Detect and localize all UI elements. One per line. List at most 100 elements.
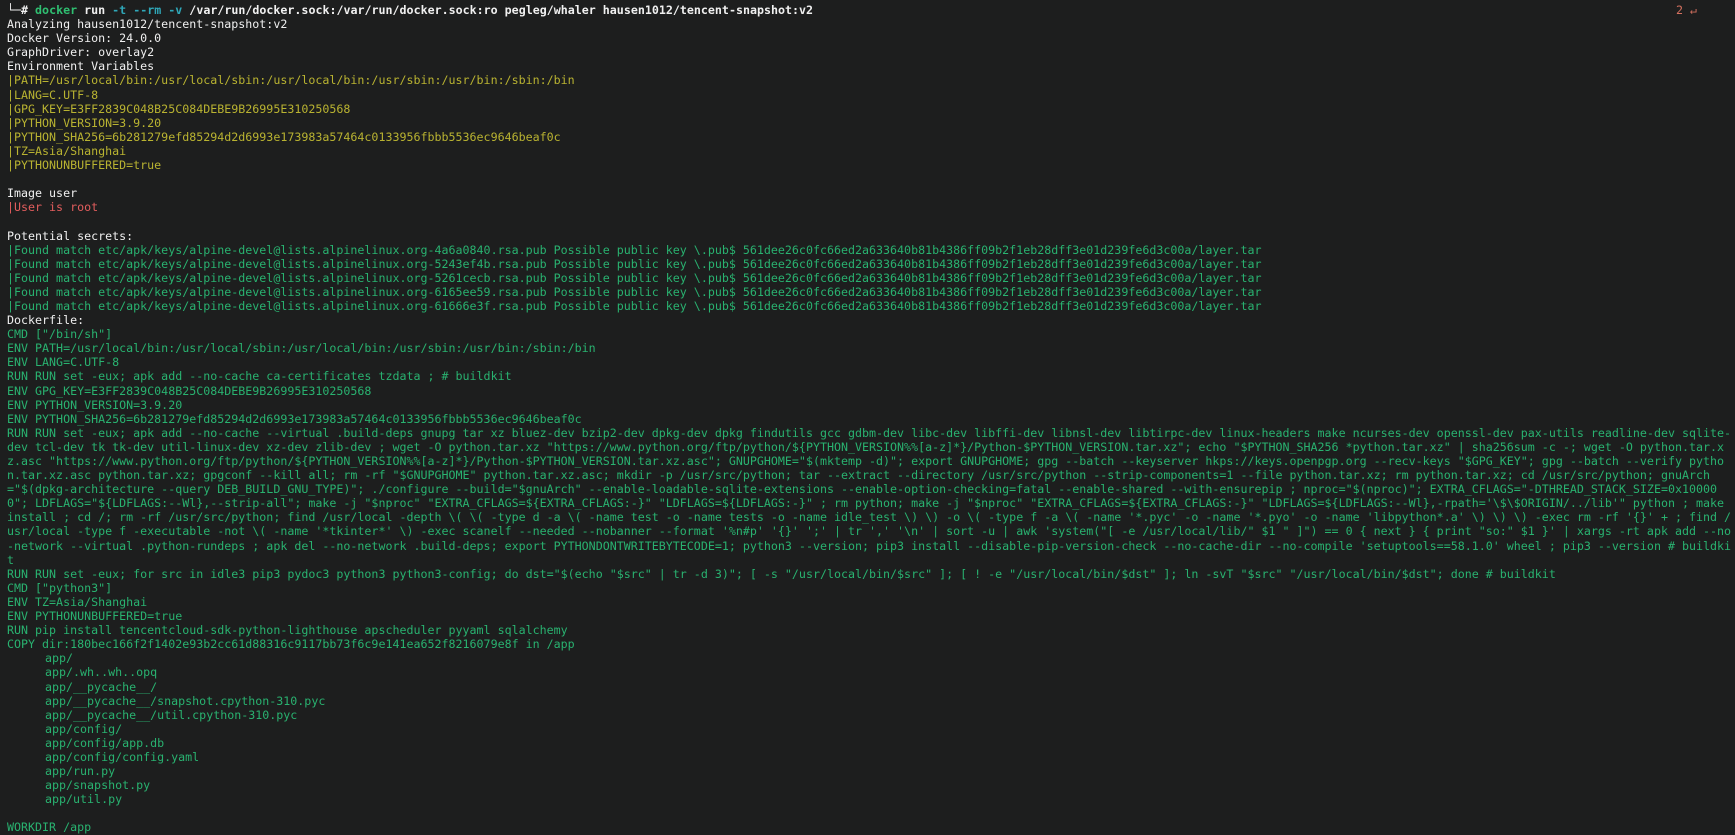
command-line: └─# docker run -t --rm -v /var/run/docke… [7,3,1735,17]
text: Environment Variables [7,59,155,74]
secret-match-line: |Found match etc/apk/keys/alpine-devel@l… [7,299,1735,313]
env-var: |GPG_KEY=E3FF2839C048B25C084DEBE9B26995E… [7,101,351,116]
secret-match: |Found match etc/apk/keys/alpine-devel@l… [7,270,1262,285]
command-flag: -v [168,3,183,17]
copied-file: app/run.py [7,764,1735,778]
dockerfile-text: CMD ["python3"] [7,580,113,595]
env-var: |LANG=C.UTF-8 [7,87,99,102]
dockerfile-text: RUN RUN set -eux; apk add --no-cache ca-… [7,369,512,384]
dockerfile-text: app/__pycache__/ [45,679,158,694]
secret-match-line: |Found match etc/apk/keys/alpine-devel@l… [7,243,1735,257]
text: run [77,3,113,17]
secret-match: |Found match etc/apk/keys/alpine-devel@l… [7,298,1262,313]
text: GraphDriver: overlay2 [7,45,155,60]
env-var: |PYTHONUNBUFFERED=true [7,158,162,173]
dockerfile-line: COPY dir:180bec166f2f1402e93b2cc61d88316… [7,637,1735,651]
user-root-line: |User is root [7,200,1735,214]
dockerfile-text: COPY dir:180bec166f2f1402e93b2cc61d88316… [7,637,575,652]
copied-file: app/config/config.yaml [7,750,1735,764]
text: Potential secrets: [7,228,134,243]
terminal-window[interactable]: └─# docker run -t --rm -v /var/run/docke… [0,0,1735,835]
dockerfile-text: ENV PYTHON_VERSION=3.9.20 [7,397,183,412]
dockerfile-text: app/ [45,651,74,666]
dockerfile-text: ENV PYTHON_SHA256=6b281279efd85294d2d699… [7,411,582,426]
dockerfile-text: WORKDIR /app [7,820,92,835]
command-flag: --rm [133,3,162,17]
dockerfile-text: app/util.py [45,792,123,807]
dockerfile-text: ENV LANG=C.UTF-8 [7,355,120,370]
copied-file: app/__pycache__/util.cpython-310.pyc [7,708,1735,722]
shell-prompt: └─# [7,3,36,17]
dockerfile-text: app/config/config.yaml [45,749,200,764]
secret-match-line: |Found match etc/apk/keys/alpine-devel@l… [7,285,1735,299]
command-name: docker [35,3,78,17]
dockerfile-line: RUN RUN set -eux; for src in idle3 pip3 … [7,567,1735,581]
dockerfile-line: CMD ["python3"] [7,581,1735,595]
dockerfile-line: ENV PATH=/usr/local/bin:/usr/local/sbin:… [7,341,1735,355]
text: Dockerfile: [7,313,85,328]
dockerfile-text: ENV PATH=/usr/local/bin:/usr/local/sbin:… [7,341,596,356]
dockerfile-line: CMD ["/bin/sh"] [7,327,1735,341]
dockerfile-text: app/config/app.db [45,735,165,750]
dockerfile-line: RUN RUN set -eux; apk add --no-cache --v… [7,426,1735,567]
env-var-line: |LANG=C.UTF-8 [7,88,1735,102]
copied-file: app/ [7,651,1735,665]
secret-match: |Found match etc/apk/keys/alpine-devel@l… [7,256,1262,271]
copied-file: app/util.py [7,792,1735,806]
env-var-line: |PYTHONUNBUFFERED=true [7,158,1735,172]
dockerfile-text: app/config/ [45,721,123,736]
env-var: |PYTHON_VERSION=3.9.20 [7,115,162,130]
copied-file: app/config/app.db [7,736,1735,750]
alert-text: |User is root [7,200,99,215]
secrets-header: Potential secrets: [7,229,1735,243]
dockerfile-text: ENV PYTHONUNBUFFERED=true [7,609,183,624]
dockerfile-text: app/__pycache__/util.cpython-310.pyc [45,707,298,722]
dockerfile-text: app/snapshot.py [45,778,151,793]
dockerfile-text: RUN pip install tencentcloud-sdk-python-… [7,623,568,638]
env-var: |PATH=/usr/local/bin:/usr/local/sbin:/us… [7,73,575,88]
dockerfile-text: app/.wh..wh..opq [45,665,158,680]
secret-match-line: |Found match etc/apk/keys/alpine-devel@l… [7,271,1735,285]
dockerfile-text: app/run.py [45,764,116,779]
dockerfile-text: ENV TZ=Asia/Shanghai [7,594,148,609]
text: Docker Version: 24.0.0 [7,31,162,46]
dockerfile-text: RUN RUN set -eux; for src in idle3 pip3 … [7,566,1556,581]
dockerfile-line: ENV PYTHON_VERSION=3.9.20 [7,398,1735,412]
dockerfile-header: Dockerfile: [7,313,1735,327]
image-user-header: Image user [7,186,1735,200]
dockerfile-line: WORKDIR /app [7,820,1735,834]
dockerfile-line: RUN pip install tencentcloud-sdk-python-… [7,623,1735,637]
secret-match-line: |Found match etc/apk/keys/alpine-devel@l… [7,257,1735,271]
copied-file: app/.wh..wh..opq [7,665,1735,679]
env-var-line: |GPG_KEY=E3FF2839C048B25C084DEBE9B26995E… [7,102,1735,116]
env-section-header: Environment Variables [7,59,1735,73]
env-var-line: |PYTHON_VERSION=3.9.20 [7,116,1735,130]
dockerfile-text: ENV GPG_KEY=E3FF2839C048B25C084DEBE9B269… [7,383,372,398]
secret-match: |Found match etc/apk/keys/alpine-devel@l… [7,242,1262,257]
copied-file: app/snapshot.py [7,778,1735,792]
copied-file: app/__pycache__/ [7,680,1735,694]
secret-match: |Found match etc/apk/keys/alpine-devel@l… [7,284,1262,299]
docker-version-line: Docker Version: 24.0.0 [7,31,1735,45]
dockerfile-line: ENV TZ=Asia/Shanghai [7,595,1735,609]
exit-status: 2 ↵ [1675,3,1697,17]
dockerfile-line: RUN RUN set -eux; apk add --no-cache ca-… [7,369,1735,383]
terminal-screen: └─# docker run -t --rm -v /var/run/docke… [7,3,1735,835]
env-var-line: |PYTHON_SHA256=6b281279efd85294d2d6993e1… [7,130,1735,144]
text: Image user [7,186,78,201]
analyzing-line: Analyzing hausen1012/tencent-snapshot:v2 [7,17,1735,31]
dockerfile-line: ENV GPG_KEY=E3FF2839C048B25C084DEBE9B269… [7,384,1735,398]
dockerfile-line: ENV PYTHON_SHA256=6b281279efd85294d2d699… [7,412,1735,426]
env-var-line: |TZ=Asia/Shanghai [7,144,1735,158]
text: /var/run/docker.sock:/var/run/docker.soc… [182,3,814,17]
dockerfile-line: ENV PYTHONUNBUFFERED=true [7,609,1735,623]
dockerfile-text: CMD ["/bin/sh"] [7,327,113,342]
dockerfile-text: RUN RUN set -eux; apk add --no-cache --v… [7,425,1732,567]
dockerfile-text: app/__pycache__/snapshot.cpython-310.pyc [45,693,326,708]
env-var: |PYTHON_SHA256=6b281279efd85294d2d6993e1… [7,129,561,144]
dockerfile-line: ENV LANG=C.UTF-8 [7,355,1735,369]
command-flag: -t [112,3,127,17]
